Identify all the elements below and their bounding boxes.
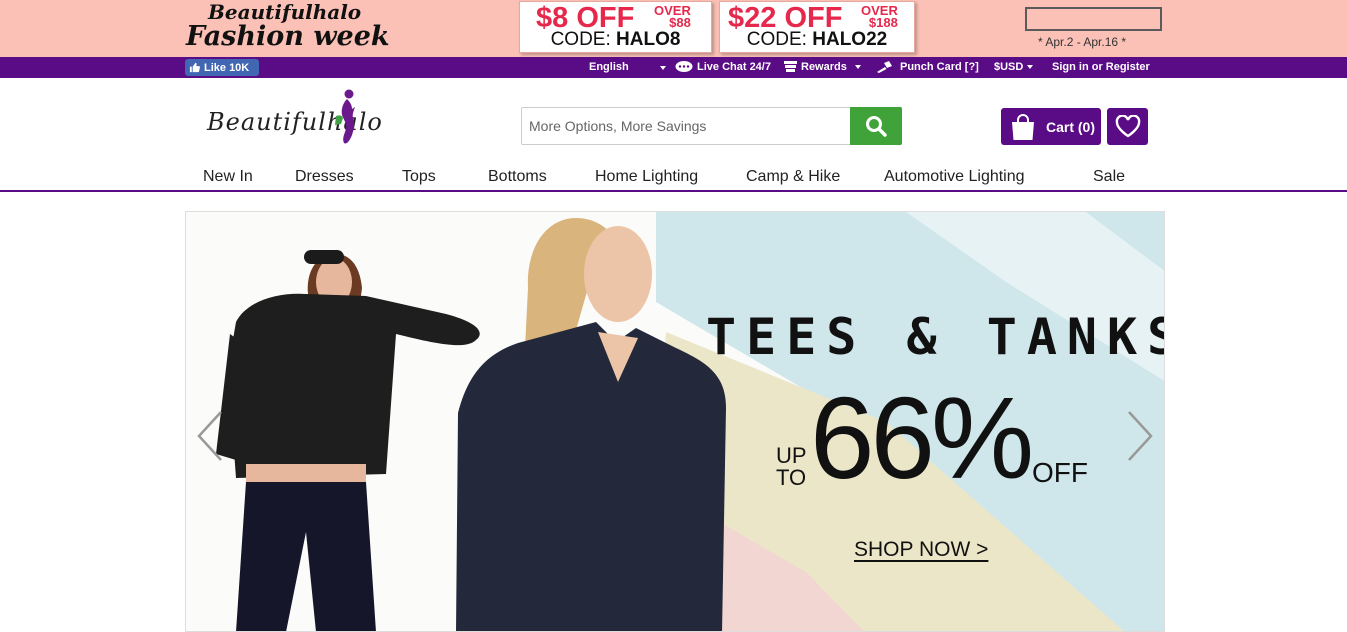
nav-item-sale[interactable]: Sale <box>1093 168 1125 186</box>
sign-in-label: Sign in or Register <box>1052 61 1150 73</box>
currency-selector[interactable]: $USD <box>994 61 1034 73</box>
punch-card-link[interactable]: Punch Card [?] <box>877 61 979 73</box>
nav-item-bottoms[interactable]: Bottoms <box>488 168 547 186</box>
language-selector[interactable]: English <box>589 61 629 73</box>
banner-headline: TEES & TANKS <box>706 308 1165 366</box>
shopping-bag-icon <box>1012 113 1034 140</box>
chevron-down-icon <box>660 66 666 70</box>
facebook-like-button[interactable]: Like 10K <box>185 59 259 76</box>
live-chat-label: Live Chat 24/7 <box>697 61 771 73</box>
heart-icon <box>1115 115 1140 138</box>
sign-in-link[interactable]: Sign in or Register <box>1052 61 1150 73</box>
coupon-threshold-value: $88 <box>669 15 691 30</box>
nav-item-new-in[interactable]: New In <box>203 168 253 186</box>
language-label: English <box>589 61 629 73</box>
live-chat-link[interactable]: Live Chat 24/7 <box>675 61 771 73</box>
fashion-week-title[interactable]: Beautifulhalo Fashion week <box>186 2 390 50</box>
promo-dates: * Apr.2 - Apr.16 * <box>1038 35 1127 49</box>
search-bar <box>521 107 902 145</box>
chevron-down-icon <box>1027 65 1034 69</box>
chevron-left-icon[interactable] <box>195 410 225 462</box>
nav-item-home-lighting[interactable]: Home Lighting <box>595 168 698 186</box>
coupon-halo22[interactable]: $22 OFF OVER $188 CODE: HALO22 <box>719 1 915 53</box>
nav-item-camp-hike[interactable]: Camp & Hike <box>746 168 840 186</box>
site-logo[interactable]: Beautifulhalo <box>207 89 407 150</box>
rewards-icon <box>784 61 797 72</box>
search-icon <box>866 116 887 137</box>
coupon-code-label: CODE: <box>550 29 611 50</box>
logo-silhouette-icon <box>335 89 355 144</box>
coupon-halo8[interactable]: $8 OFF OVER $88 CODE: HALO8 <box>519 1 712 53</box>
coupon-code: CODE: HALO8 <box>520 29 711 51</box>
nav-item-dresses[interactable]: Dresses <box>295 168 354 186</box>
rewards-label: Rewards <box>801 61 847 73</box>
chevron-right-icon[interactable] <box>1125 410 1155 462</box>
chevron-down-icon <box>854 65 861 69</box>
hero-banner[interactable]: TEES & TANKS UP TO 66% OFF SHOP NOW > <box>185 211 1165 632</box>
facebook-like-label: Like 10K <box>204 61 250 74</box>
shop-now-link[interactable]: SHOP NOW > <box>854 538 988 562</box>
coupon-threshold-value: $188 <box>868 15 898 30</box>
wishlist-button[interactable] <box>1107 108 1148 145</box>
coupon-code-label: CODE: <box>746 29 807 50</box>
coupon-threshold: OVER $188 <box>861 4 898 30</box>
search-input[interactable] <box>522 108 852 144</box>
main-nav: New In Dresses Tops Bottoms Home Lightin… <box>0 163 1347 192</box>
banner-to-label: TO <box>776 465 807 490</box>
coupon-code-value: HALO8 <box>616 29 681 50</box>
banner-off-label: OFF <box>1032 457 1088 488</box>
countdown-box <box>1025 7 1162 31</box>
promo-bar: Beautifulhalo Fashion week $8 OFF OVER $… <box>0 0 1347 57</box>
fashion-week-brand: Beautifulhalo <box>208 0 362 24</box>
nav-item-automotive-lighting[interactable]: Automotive Lighting <box>884 168 1025 186</box>
currency-label: $USD <box>994 61 1024 73</box>
cart-button[interactable]: Cart (0) <box>1001 108 1101 145</box>
rewards-menu[interactable]: Rewards <box>784 61 861 73</box>
punch-card-label: Punch Card [?] <box>900 61 979 73</box>
thumbs-up-icon <box>189 62 200 73</box>
coupon-code-value: HALO22 <box>812 29 888 50</box>
cart-label: Cart (0) <box>1046 118 1096 135</box>
search-button[interactable] <box>850 107 902 145</box>
banner-discount-percent: 66% <box>810 373 1034 503</box>
utility-bar: Like 10K English Live Chat 24/7 Rewards … <box>0 57 1347 78</box>
coupon-code: CODE: HALO22 <box>720 29 914 51</box>
fashion-week-label: Fashion week <box>186 21 390 52</box>
nav-item-tops[interactable]: Tops <box>402 168 436 186</box>
coupon-threshold: OVER $88 <box>654 4 691 30</box>
gavel-icon <box>877 61 892 73</box>
chat-bubble-icon <box>675 61 693 72</box>
banner-up-to: UP TO <box>776 445 807 489</box>
